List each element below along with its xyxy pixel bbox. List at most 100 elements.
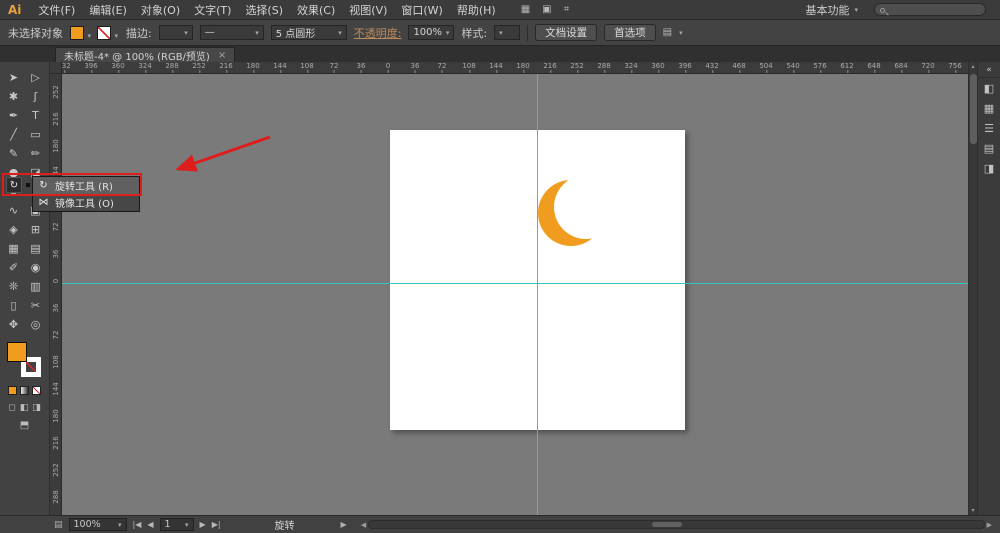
document-tab[interactable]: 未标题-4* @ 100% (RGB/预览) × bbox=[55, 47, 235, 62]
blend-tool-icon[interactable]: ◉ bbox=[25, 258, 47, 277]
scroll-left-icon[interactable]: ◀ bbox=[361, 521, 366, 529]
horizontal-scrollbar[interactable]: ◀ ▶ bbox=[361, 520, 992, 529]
fill-indicator[interactable] bbox=[7, 342, 27, 362]
current-tool-marker bbox=[26, 183, 30, 187]
screen-mode-icon[interactable]: ⬒ bbox=[20, 420, 29, 431]
stroke-weight-select[interactable]: ▾ bbox=[159, 25, 193, 40]
lasso-tool-icon[interactable]: ʃ bbox=[25, 87, 47, 106]
line-segment-tool-icon[interactable]: ╱ bbox=[3, 125, 25, 144]
document-setup-button[interactable]: 文档设置 bbox=[535, 24, 597, 41]
draw-inside-icon[interactable]: ◨ bbox=[32, 403, 41, 413]
width-profile-select[interactable]: —▾ bbox=[200, 25, 264, 40]
chevron-down-icon: ▾ bbox=[118, 521, 122, 529]
guide-horizontal[interactable] bbox=[62, 283, 968, 284]
status-panel-arrow-icon[interactable]: ▶ bbox=[341, 520, 347, 529]
none-button[interactable] bbox=[32, 386, 41, 395]
vertical-ruler[interactable]: 2522161801441087236036721081441802162522… bbox=[50, 74, 62, 515]
direct-selection-tool-icon[interactable]: ▷ bbox=[25, 68, 47, 87]
vertical-scrollbar[interactable]: ▴ ▾ bbox=[968, 62, 977, 515]
column-graph-tool-icon[interactable]: ▥ bbox=[25, 277, 47, 296]
gradient-tool-icon[interactable]: ▤ bbox=[25, 239, 47, 258]
menu-item[interactable]: 文字(T) bbox=[187, 2, 238, 18]
eyedropper-tool-icon[interactable]: ✐ bbox=[3, 258, 25, 277]
color-button[interactable] bbox=[8, 386, 17, 395]
panel-menu-icon[interactable]: ▤ bbox=[663, 27, 672, 38]
arrange-documents-icon[interactable]: ▣ bbox=[542, 4, 551, 15]
width-tool-icon[interactable]: ∿ bbox=[3, 201, 25, 220]
menu-item[interactable]: 选择(S) bbox=[238, 2, 290, 18]
fill-color-swatch[interactable]: ▾ bbox=[70, 26, 84, 40]
menu-item[interactable]: 文件(F) bbox=[31, 2, 82, 18]
vertical-scroll-thumb[interactable] bbox=[970, 74, 977, 144]
draw-behind-icon[interactable]: ◧ bbox=[20, 403, 29, 413]
draw-normal-icon[interactable]: ◻ bbox=[8, 403, 15, 413]
shape-builder-tool-icon[interactable]: ◈ bbox=[3, 220, 25, 239]
expand-panels-icon[interactable]: « bbox=[978, 62, 1000, 78]
mesh-tool-icon[interactable]: ▦ bbox=[3, 239, 25, 258]
slice-tool-icon[interactable]: ✂ bbox=[25, 296, 47, 315]
chevron-down-icon: ▾ bbox=[185, 521, 189, 529]
ruler-h-label: 72 bbox=[438, 62, 447, 70]
brush-definition-select[interactable]: 5 点圆形▾ bbox=[271, 25, 347, 40]
brushes-panel-icon[interactable]: ☰ bbox=[978, 118, 1000, 138]
symbols-panel-icon[interactable]: ▤ bbox=[978, 138, 1000, 158]
artboard-number-select[interactable]: 1 ▾ bbox=[160, 518, 194, 531]
hand-tool-icon[interactable]: ✥ bbox=[3, 315, 25, 334]
scroll-down-icon[interactable]: ▾ bbox=[969, 506, 977, 515]
zoom-tool-icon[interactable]: ◎ bbox=[25, 315, 47, 334]
menu-item[interactable]: 效果(C) bbox=[290, 2, 342, 18]
swatches-panel-icon[interactable]: ▦ bbox=[978, 98, 1000, 118]
symbol-sprayer-tool-icon[interactable]: ❊ bbox=[3, 277, 25, 296]
horizontal-ruler[interactable]: 4323963603242882522161801441087236036721… bbox=[62, 62, 968, 74]
scroll-up-icon[interactable]: ▴ bbox=[969, 62, 977, 71]
paintbrush-tool-icon[interactable]: ✎ bbox=[3, 144, 25, 163]
width-profile-value: — bbox=[205, 27, 215, 38]
close-icon[interactable]: × bbox=[218, 50, 226, 61]
preferences-button[interactable]: 首选项 bbox=[604, 24, 656, 41]
pen-tool-icon[interactable]: ✒ bbox=[3, 106, 25, 125]
zoom-select[interactable]: 100% ▾ bbox=[69, 518, 127, 531]
scroll-right-icon[interactable]: ▶ bbox=[987, 521, 992, 529]
perspective-grid-tool-icon[interactable]: ⊞ bbox=[25, 220, 47, 239]
gradient-button[interactable] bbox=[20, 386, 29, 395]
menu-item[interactable]: 编辑(E) bbox=[82, 2, 134, 18]
ruler-h-label: 360 bbox=[111, 62, 124, 70]
canvas[interactable] bbox=[62, 74, 968, 515]
workspace-icon[interactable]: ⌗ bbox=[564, 4, 570, 15]
flyout-item-rotate-tool[interactable]: ↻ 旋转工具 (R) bbox=[33, 177, 139, 194]
previous-artboard-button[interactable]: ◀ bbox=[147, 520, 153, 529]
horizontal-scroll-track[interactable] bbox=[368, 520, 985, 529]
artboard-tool-icon[interactable]: ▯ bbox=[3, 296, 25, 315]
status-options-icon[interactable]: ▤ bbox=[54, 520, 63, 530]
rectangle-tool-icon[interactable]: ▭ bbox=[25, 125, 47, 144]
magic-wand-tool-icon[interactable]: ✱ bbox=[3, 87, 25, 106]
guide-vertical[interactable] bbox=[537, 74, 538, 515]
next-artboard-button[interactable]: ▶ bbox=[200, 520, 206, 529]
search-input[interactable] bbox=[874, 3, 986, 16]
flyout-item-reflect-tool[interactable]: ⋈ 镜像工具 (O) bbox=[33, 194, 139, 211]
opacity-label[interactable]: 不透明度: bbox=[354, 25, 402, 41]
crescent-shape[interactable] bbox=[537, 175, 617, 255]
stroke-color-swatch[interactable]: ▾ bbox=[97, 26, 111, 40]
style-select[interactable]: ▾ bbox=[494, 25, 520, 40]
appearance-panel-icon[interactable]: ◨ bbox=[978, 158, 1000, 178]
menu-item[interactable]: 对象(O) bbox=[134, 2, 187, 18]
workspace-switcher[interactable]: 基本功能 ▾ bbox=[805, 2, 858, 18]
selection-tool-icon[interactable]: ➤ bbox=[3, 68, 25, 87]
rotate-tool-button[interactable]: ↻ bbox=[6, 177, 22, 193]
illustrator-window: Ai 文件(F)编辑(E)对象(O)文字(T)选择(S)效果(C)视图(V)窗口… bbox=[0, 0, 1000, 533]
color-panel-icon[interactable]: ◧ bbox=[978, 78, 1000, 98]
horizontal-scroll-thumb[interactable] bbox=[652, 522, 682, 527]
ruler-corner[interactable] bbox=[50, 62, 62, 74]
tool-icon: ↻ bbox=[38, 180, 49, 191]
type-tool-icon[interactable]: T bbox=[25, 106, 47, 125]
opacity-select[interactable]: 100%▾ bbox=[408, 25, 454, 40]
menu-item[interactable]: 视图(V) bbox=[342, 2, 394, 18]
pencil-tool-icon[interactable]: ✏ bbox=[25, 144, 47, 163]
menu-item[interactable]: 帮助(H) bbox=[450, 2, 503, 18]
ruler-h-label: 720 bbox=[921, 62, 934, 70]
first-artboard-button[interactable]: |◀ bbox=[133, 520, 142, 529]
last-artboard-button[interactable]: ▶| bbox=[212, 520, 221, 529]
bridge-icon[interactable]: ▦ bbox=[521, 4, 530, 15]
menu-item[interactable]: 窗口(W) bbox=[394, 2, 449, 18]
